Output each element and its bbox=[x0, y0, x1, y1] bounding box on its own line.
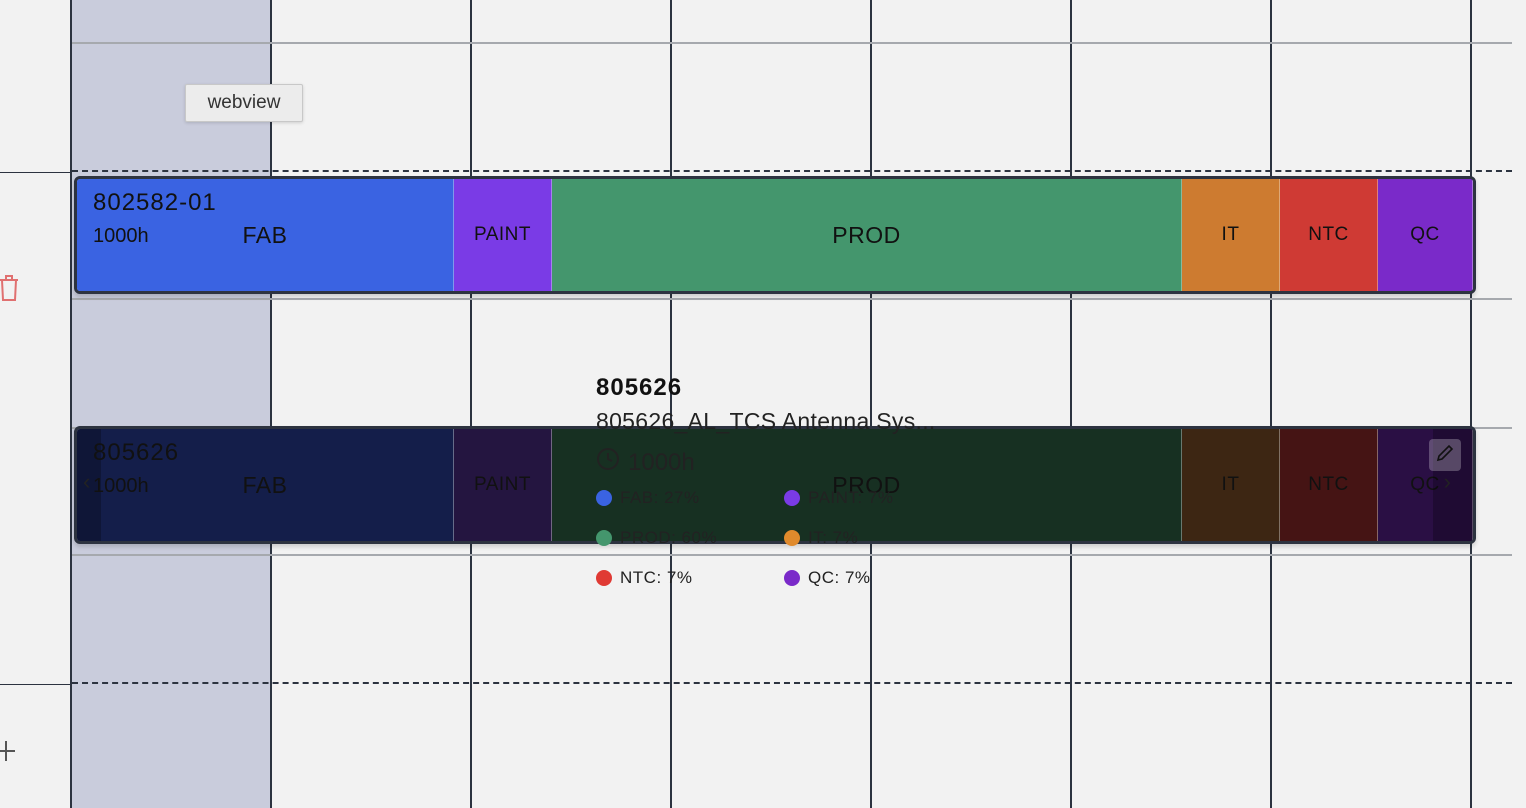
popover-title: 805626 bbox=[596, 374, 683, 401]
grid-column-line bbox=[1470, 0, 1472, 808]
breakdown-label: PAINT: 7% bbox=[808, 488, 894, 507]
row-separator-dashed bbox=[72, 682, 1512, 684]
tooltip-webview: webview bbox=[185, 84, 303, 122]
breakdown-prod: PROD: 60% bbox=[596, 528, 784, 548]
segment-ntc[interactable]: NTC bbox=[1280, 179, 1378, 291]
breakdown-ntc: NTC: 7% bbox=[596, 568, 784, 588]
segment-qc[interactable]: QC bbox=[1378, 179, 1473, 291]
job-hours: 1000h bbox=[93, 225, 149, 247]
breakdown-it: IT: 7% bbox=[784, 528, 972, 548]
breakdown-label: NTC: 7% bbox=[620, 568, 693, 587]
segment-it[interactable]: IT bbox=[1182, 179, 1280, 291]
grid-row-line bbox=[0, 172, 72, 173]
plus-icon[interactable] bbox=[0, 736, 18, 771]
grid-row-line bbox=[72, 42, 1512, 44]
grid-column-line bbox=[470, 0, 472, 808]
color-dot bbox=[784, 530, 800, 546]
segment-paint[interactable]: PAINT bbox=[454, 429, 552, 541]
popover-hours: 1000h bbox=[596, 447, 1016, 478]
segment-it[interactable]: IT bbox=[1182, 429, 1280, 541]
popover-hours-value: 1000h bbox=[628, 448, 695, 476]
chevron-left-icon[interactable]: ‹ bbox=[83, 469, 90, 495]
breakdown-paint: PAINT: 7% bbox=[784, 488, 972, 508]
job-bar[interactable]: FAB PAINT PROD IT NTC QC 802582-01 1000h bbox=[74, 176, 1476, 294]
color-dot bbox=[596, 530, 612, 546]
grid-column-line bbox=[1270, 0, 1272, 808]
clock-icon bbox=[596, 447, 620, 478]
color-dot bbox=[596, 570, 612, 586]
trash-icon[interactable] bbox=[0, 272, 20, 307]
segment-prod[interactable]: PROD bbox=[552, 179, 1182, 291]
row-separator-dashed bbox=[72, 170, 1512, 172]
color-dot bbox=[596, 490, 612, 506]
segment-paint[interactable]: PAINT bbox=[454, 179, 552, 291]
phase-breakdown: FAB: 27% PAINT: 7% PROD: 60% IT: 7% NTC:… bbox=[596, 488, 1016, 588]
grid-column-line bbox=[70, 0, 72, 808]
color-dot bbox=[784, 570, 800, 586]
breakdown-label: FAB: 27% bbox=[620, 488, 700, 507]
job-hours: 1000h bbox=[93, 475, 149, 497]
color-dot bbox=[784, 490, 800, 506]
job-id: 802582-01 bbox=[93, 189, 217, 216]
job-id: 805626 bbox=[93, 439, 180, 466]
chevron-right-icon[interactable]: › bbox=[1444, 469, 1451, 495]
grid-row-line bbox=[0, 684, 72, 685]
breakdown-label: QC: 7% bbox=[808, 568, 871, 587]
breakdown-label: PROD: 60% bbox=[620, 528, 718, 547]
segment-ntc[interactable]: NTC bbox=[1280, 429, 1378, 541]
edit-button[interactable] bbox=[1429, 439, 1461, 471]
grid-column-line bbox=[1070, 0, 1072, 808]
breakdown-label: IT: 7% bbox=[808, 528, 859, 547]
pencil-icon bbox=[1435, 443, 1455, 468]
job-details-popover: 805626 805626_AL_TCS Antenna Sys... 1000… bbox=[596, 374, 1016, 588]
breakdown-qc: QC: 7% bbox=[784, 568, 972, 588]
grid-row-line bbox=[72, 298, 1512, 300]
breakdown-fab: FAB: 27% bbox=[596, 488, 784, 508]
popover-subtitle: 805626_AL_TCS Antenna Sys... bbox=[596, 408, 936, 434]
